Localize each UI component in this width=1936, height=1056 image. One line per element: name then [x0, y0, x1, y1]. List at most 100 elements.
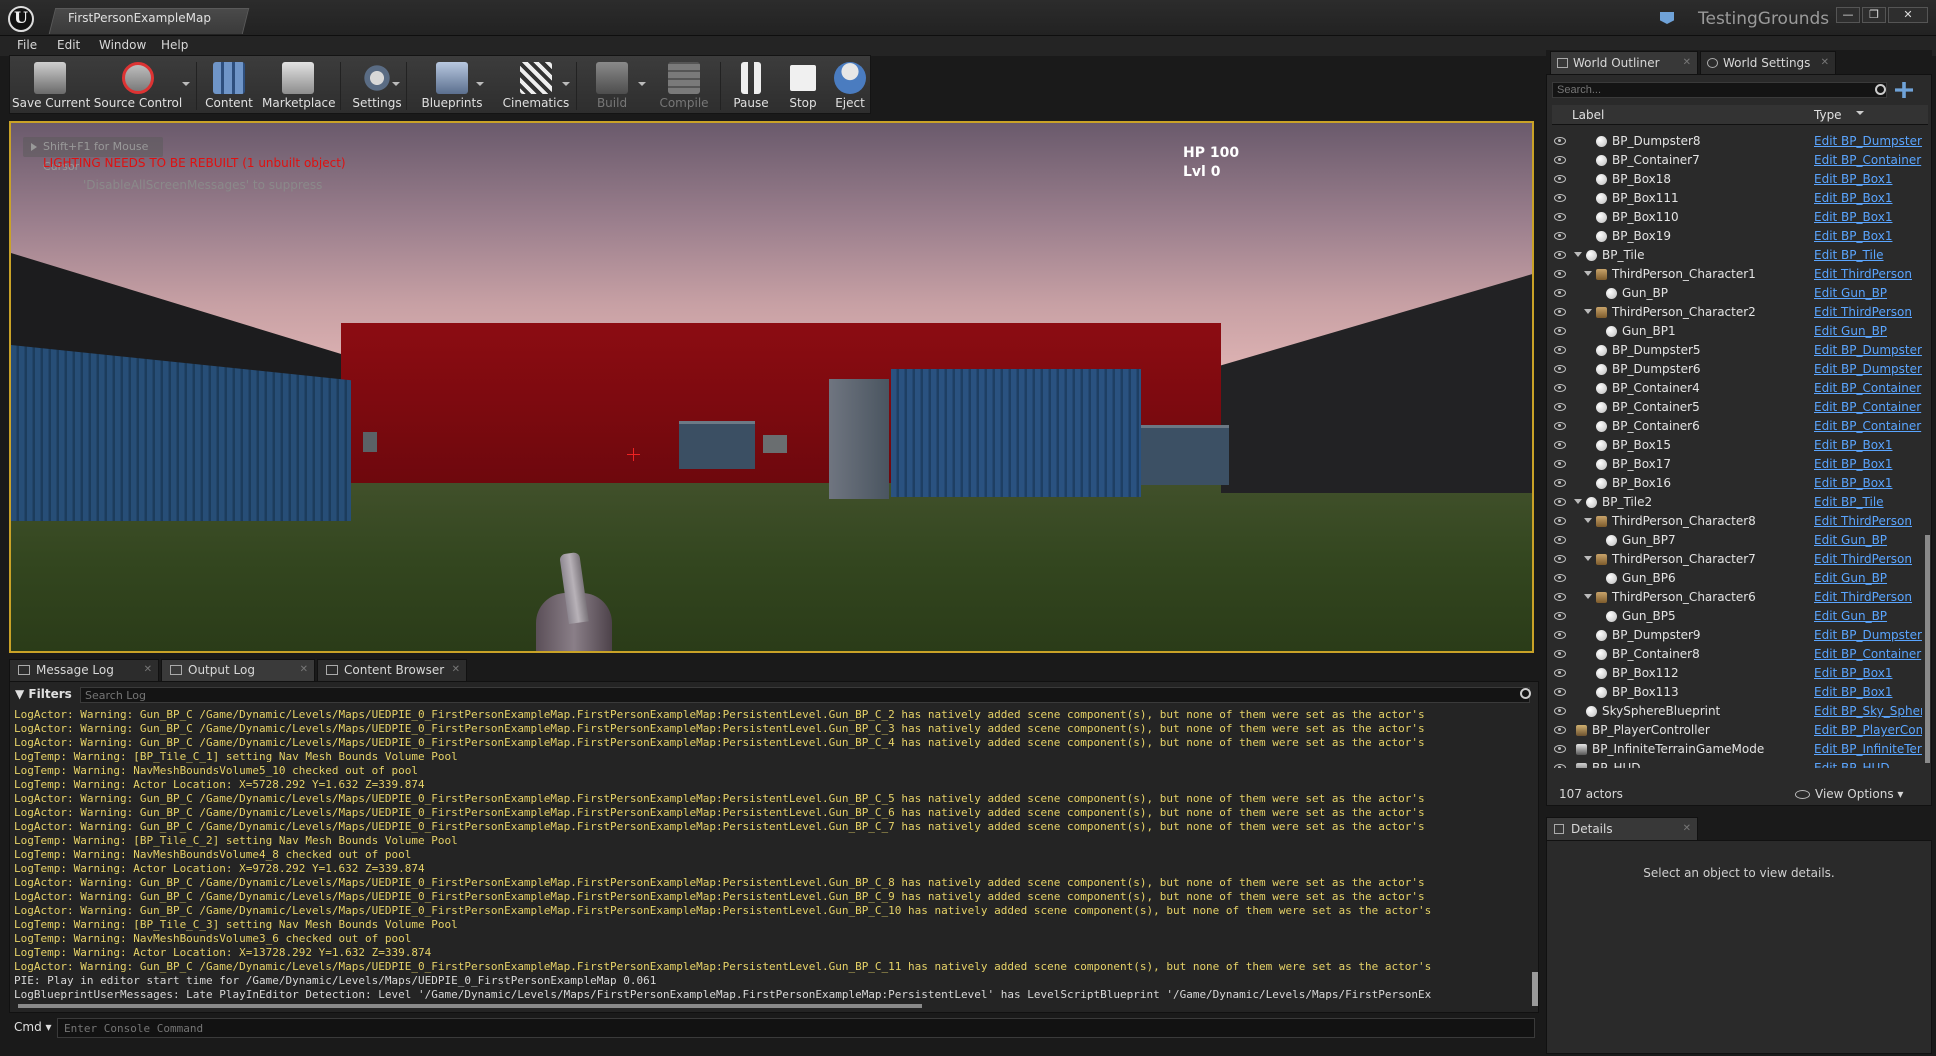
minimize-button[interactable]: — — [1836, 7, 1860, 23]
visibility-eye-icon[interactable] — [1554, 612, 1566, 620]
actor-type-link[interactable]: Edit BP_Box1 — [1814, 436, 1922, 455]
visibility-eye-icon[interactable] — [1554, 650, 1566, 658]
outliner-row[interactable]: BP_Tile Edit BP_Tile — [1552, 246, 1922, 265]
tab-content-browser[interactable]: Content Browser ✕ — [317, 659, 467, 681]
menu-window[interactable]: Window — [99, 38, 146, 52]
actor-type-link[interactable]: Edit BP_Container — [1814, 151, 1922, 170]
visibility-eye-icon[interactable] — [1554, 688, 1566, 696]
column-label-header[interactable]: Label — [1572, 108, 1604, 122]
close-icon[interactable]: ✕ — [144, 660, 152, 680]
actor-type-link[interactable]: Edit ThirdPerson — [1814, 512, 1922, 531]
actor-type-link[interactable]: Edit Gun_BP — [1814, 607, 1922, 626]
actor-type-link[interactable]: Edit Gun_BP — [1814, 284, 1922, 303]
visibility-eye-icon[interactable] — [1554, 764, 1566, 768]
expand-arrow-icon[interactable] — [1584, 518, 1592, 523]
visibility-eye-icon[interactable] — [1554, 555, 1566, 563]
visibility-eye-icon[interactable] — [1554, 365, 1566, 373]
actor-type-link[interactable]: Edit ThirdPerson — [1814, 588, 1922, 607]
actor-type-link[interactable]: Edit BP_Box1 — [1814, 664, 1922, 683]
actor-type-link[interactable]: Edit BP_Box1 — [1814, 189, 1922, 208]
visibility-eye-icon[interactable] — [1554, 137, 1566, 145]
visibility-eye-icon[interactable] — [1554, 707, 1566, 715]
blueprints-dropdown-arrow-icon[interactable] — [476, 82, 484, 86]
actor-type-link[interactable]: Edit BP_Container — [1814, 398, 1922, 417]
menu-edit[interactable]: Edit — [57, 38, 80, 52]
outliner-row[interactable]: BP_Box16 Edit BP_Box1 — [1552, 474, 1922, 493]
actor-type-link[interactable]: Edit BP_HUD — [1814, 759, 1922, 768]
actor-type-link[interactable]: Edit BP_Sky_Sphere — [1814, 702, 1922, 721]
outliner-scrollbar[interactable] — [1925, 535, 1930, 763]
cinematics-dropdown-arrow-icon[interactable] — [562, 82, 570, 86]
view-options-button[interactable]: View Options ▾ — [1795, 787, 1903, 801]
visibility-eye-icon[interactable] — [1554, 422, 1566, 430]
visibility-eye-icon[interactable] — [1554, 745, 1566, 753]
visibility-eye-icon[interactable] — [1554, 213, 1566, 221]
outliner-row[interactable]: BP_Box18 Edit BP_Box1 — [1552, 170, 1922, 189]
log-horizontal-scrollbar[interactable] — [18, 1004, 922, 1008]
close-icon[interactable]: ✕ — [1683, 52, 1691, 74]
outliner-row[interactable]: ThirdPerson_Character7 Edit ThirdPerson — [1552, 550, 1922, 569]
actor-type-link[interactable]: Edit BP_Dumpster — [1814, 132, 1922, 151]
tab-world-outliner[interactable]: World Outliner ✕ — [1550, 51, 1698, 74]
expand-arrow-icon[interactable] — [1584, 309, 1592, 314]
outliner-row[interactable]: ThirdPerson_Character1 Edit ThirdPerson — [1552, 265, 1922, 284]
actor-type-link[interactable]: Edit BP_Container — [1814, 417, 1922, 436]
expand-arrow-icon[interactable] — [1584, 594, 1592, 599]
close-icon[interactable]: ✕ — [1683, 818, 1691, 840]
level-document-tab-label[interactable]: FirstPersonExampleMap — [68, 11, 211, 25]
close-icon[interactable]: ✕ — [452, 660, 460, 680]
log-vertical-scrollbar[interactable] — [1532, 972, 1538, 1006]
outliner-row[interactable]: BP_HUD Edit BP_HUD — [1552, 759, 1922, 768]
visibility-eye-icon[interactable] — [1554, 498, 1566, 506]
tab-world-settings[interactable]: World Settings ✕ — [1700, 51, 1836, 74]
actor-type-link[interactable]: Edit BP_Container — [1814, 379, 1922, 398]
outliner-row[interactable]: Gun_BP Edit Gun_BP — [1552, 284, 1922, 303]
outliner-row[interactable]: BP_Container6 Edit BP_Container — [1552, 417, 1922, 436]
menu-file[interactable]: File — [17, 38, 37, 52]
outliner-row[interactable]: BP_PlayerController Edit BP_PlayerControl… — [1552, 721, 1922, 740]
outliner-row[interactable]: BP_Box110 Edit BP_Box1 — [1552, 208, 1922, 227]
chevron-down-icon[interactable] — [1856, 111, 1864, 115]
outliner-row[interactable]: ThirdPerson_Character6 Edit ThirdPerson — [1552, 588, 1922, 607]
outliner-row[interactable]: Gun_BP1 Edit Gun_BP — [1552, 322, 1922, 341]
expand-arrow-icon[interactable] — [1574, 499, 1582, 504]
restore-button[interactable]: ❐ — [1862, 7, 1886, 23]
outliner-row[interactable]: BP_InfiniteTerrainGameMode Edit BP_Infini… — [1552, 740, 1922, 759]
outliner-row[interactable]: BP_Container8 Edit BP_Container — [1552, 645, 1922, 664]
level-viewport[interactable]: Shift+F1 for Mouse Cursor LIGHTING NEEDS… — [9, 121, 1534, 653]
visibility-eye-icon[interactable] — [1554, 289, 1566, 297]
visibility-eye-icon[interactable] — [1554, 156, 1566, 164]
visibility-eye-icon[interactable] — [1554, 384, 1566, 392]
tab-output-log[interactable]: Output Log ✕ — [161, 659, 315, 681]
source-control-button[interactable]: Source Control — [92, 56, 184, 115]
visibility-eye-icon[interactable] — [1554, 403, 1566, 411]
visibility-eye-icon[interactable] — [1554, 175, 1566, 183]
visibility-eye-icon[interactable] — [1554, 669, 1566, 677]
actor-type-link[interactable]: Edit ThirdPerson — [1814, 550, 1922, 569]
expand-arrow-icon[interactable] — [1574, 252, 1582, 257]
outliner-row[interactable]: BP_Dumpster6 Edit BP_Dumpster — [1552, 360, 1922, 379]
outliner-row[interactable]: ThirdPerson_Character2 Edit ThirdPerson — [1552, 303, 1922, 322]
add-actor-icon[interactable] — [1895, 82, 1913, 98]
visibility-eye-icon[interactable] — [1554, 308, 1566, 316]
actor-type-link[interactable]: Edit BP_Tile — [1814, 246, 1922, 265]
close-button[interactable]: ✕ — [1888, 7, 1928, 23]
filters-button[interactable]: ▼ Filters — [15, 687, 72, 701]
actor-type-link[interactable]: Edit BP_PlayerController — [1814, 721, 1922, 740]
tab-details[interactable]: Details ✕ — [1546, 817, 1698, 840]
expand-arrow-icon[interactable] — [1584, 556, 1592, 561]
menu-help[interactable]: Help — [161, 38, 188, 52]
close-icon[interactable]: ✕ — [300, 660, 308, 680]
cmd-dropdown[interactable]: Cmd ▾ — [14, 1020, 52, 1034]
close-icon[interactable]: ✕ — [1821, 52, 1829, 74]
actor-type-link[interactable]: Edit BP_Box1 — [1814, 227, 1922, 246]
content-button[interactable]: Content — [200, 56, 258, 115]
outliner-row[interactable]: BP_Dumpster5 Edit BP_Dumpster — [1552, 341, 1922, 360]
visibility-eye-icon[interactable] — [1554, 346, 1566, 354]
tab-message-log[interactable]: Message Log ✕ — [9, 659, 159, 681]
outliner-row[interactable]: Gun_BP5 Edit Gun_BP — [1552, 607, 1922, 626]
outliner-row[interactable]: BP_Dumpster9 Edit BP_Dumpster — [1552, 626, 1922, 645]
expand-arrow-icon[interactable] — [1584, 271, 1592, 276]
visibility-eye-icon[interactable] — [1554, 460, 1566, 468]
column-type-header[interactable]: Type — [1814, 108, 1842, 122]
